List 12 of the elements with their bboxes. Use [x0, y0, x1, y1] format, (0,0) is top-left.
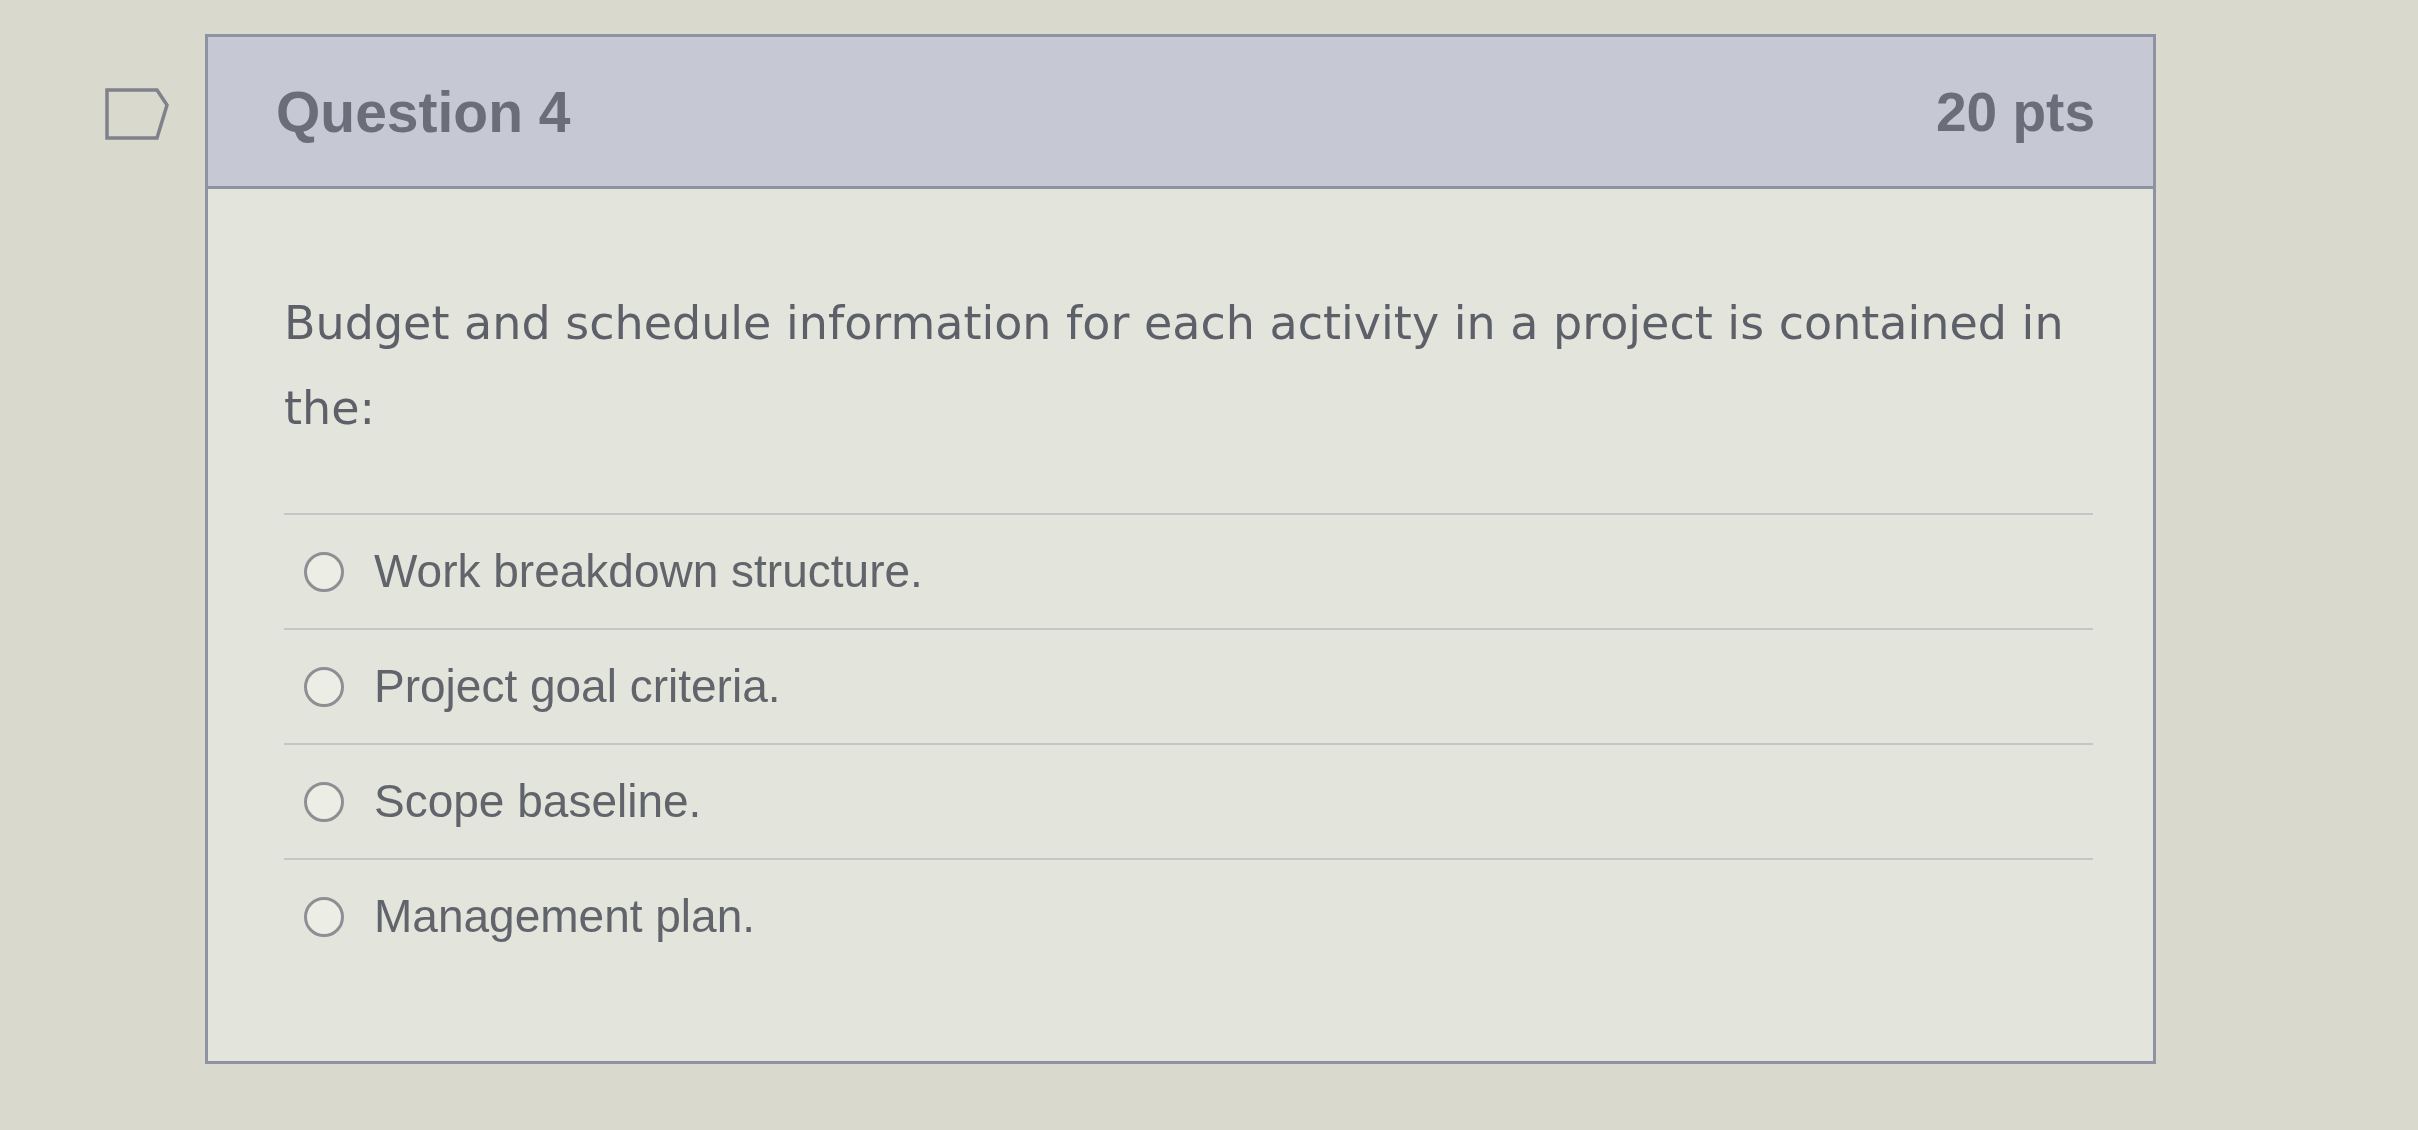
- radio-button[interactable]: [304, 551, 344, 592]
- flag-icon[interactable]: [105, 88, 169, 140]
- answer-label[interactable]: Scope baseline.: [374, 773, 702, 830]
- question-title: Question 4: [276, 78, 571, 145]
- radio-button[interactable]: [304, 896, 344, 937]
- answer-label[interactable]: Project goal criteria.: [374, 658, 781, 715]
- answer-label[interactable]: Management plan.: [374, 888, 756, 945]
- question-text: Budget and schedule information for each activity in a project is contained in the:: [284, 295, 2065, 437]
- points-label: 20 pts: [1936, 79, 2095, 144]
- answer-label[interactable]: Work breakdown structure.: [374, 543, 923, 600]
- radio-button[interactable]: [304, 781, 344, 822]
- radio-button[interactable]: [304, 666, 344, 707]
